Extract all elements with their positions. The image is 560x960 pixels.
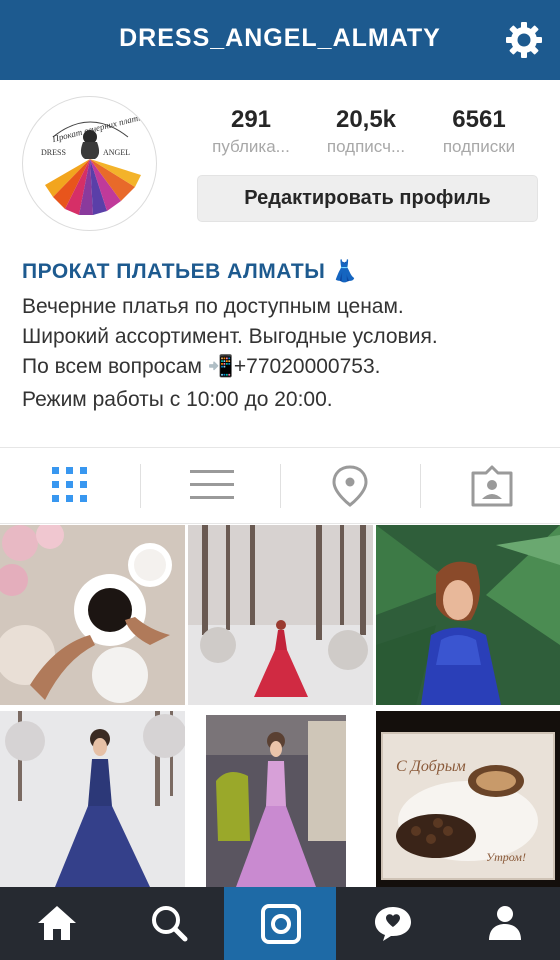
svg-text:С Добрым: С Добрым [396,758,466,775]
navy-gown-photo [0,711,185,887]
search-icon [152,906,188,942]
grid-icon [52,467,87,502]
nav-profile[interactable] [448,887,560,960]
photo-thumbnail[interactable] [0,525,185,705]
dress-angel-logo: Прокат вечерних платья DRESS ANGEL [41,111,147,215]
followers-label: подписч... [326,137,406,156]
svg-text:ANGEL: ANGEL [103,148,130,157]
followers-stat[interactable]: 20,5k подписч... [311,106,421,157]
camera-icon [261,904,301,944]
username-title: DRESS_ANGEL_ALMATY [119,24,441,52]
profile-bio: ПРОКАТ ПЛАТЬЕВ АЛМАТЫ 👗 Вечерние платья … [22,260,552,415]
location-pin-icon [332,465,368,507]
svg-text:Прокат вечерних платья: Прокат вечерних платья [50,111,147,144]
photo-grid: С Добрым Утром! [0,525,560,887]
lilac-gown-photo [188,711,373,887]
profile-icon [489,906,521,940]
tab-tagged[interactable] [420,448,560,524]
following-label: подписки [442,137,516,156]
posts-count: 291 [230,106,272,133]
tab-list[interactable] [140,448,280,524]
svg-text:DRESS: DRESS [41,148,66,157]
red-dress-photo [188,525,373,705]
bio-line: Вечерние платья по доступным ценам. [22,295,404,318]
tab-grid[interactable] [0,448,140,524]
activity-icon [375,907,411,941]
photo-thumbnail[interactable] [0,711,185,891]
edit-profile-button[interactable]: Редактировать профиль [197,175,538,222]
gear-icon[interactable] [504,20,544,60]
nav-home[interactable] [0,887,112,960]
svg-text:Утром!: Утром! [486,850,526,864]
coffee-roses-photo [0,525,185,705]
followers-count: 20,5k [335,106,397,133]
bio-phone-line[interactable]: По всем вопросам 📲+77020000753. [22,352,552,382]
home-icon [38,906,76,940]
coffee-card-photo: С Добрым Утром! [376,711,560,887]
tab-map[interactable] [280,448,420,524]
bio-line: Режим работы с 10:00 до 20:00. [22,388,333,411]
tagged-person-icon [471,465,513,507]
top-header: DRESS_ANGEL_ALMATY [0,0,560,80]
nav-search[interactable] [112,887,224,960]
nav-camera[interactable] [224,887,336,960]
bottom-nav [0,887,560,960]
photo-thumbnail[interactable] [188,525,373,705]
photo-thumbnail[interactable] [376,525,560,705]
bio-name: ПРОКАТ ПЛАТЬЕВ АЛМАТЫ 👗 [22,260,359,283]
photo-thumbnail[interactable]: С Добрым Утром! [376,711,560,891]
blue-dress-photo [376,525,560,705]
list-icon [190,470,234,499]
nav-activity[interactable] [336,887,448,960]
bio-line: Широкий ассортимент. Выгодные условия. [22,325,438,348]
following-count: 6561 [452,106,506,133]
view-tabs [0,447,560,524]
following-stat[interactable]: 6561 подписки [424,106,534,157]
profile-avatar[interactable]: Прокат вечерних платья DRESS ANGEL [22,96,157,231]
posts-stat[interactable]: 291 публика... [196,106,306,157]
posts-label: публика... [212,137,290,156]
photo-thumbnail[interactable] [188,711,373,891]
profile-stats: 291 публика... 20,5k подписч... 6561 под… [196,106,536,158]
